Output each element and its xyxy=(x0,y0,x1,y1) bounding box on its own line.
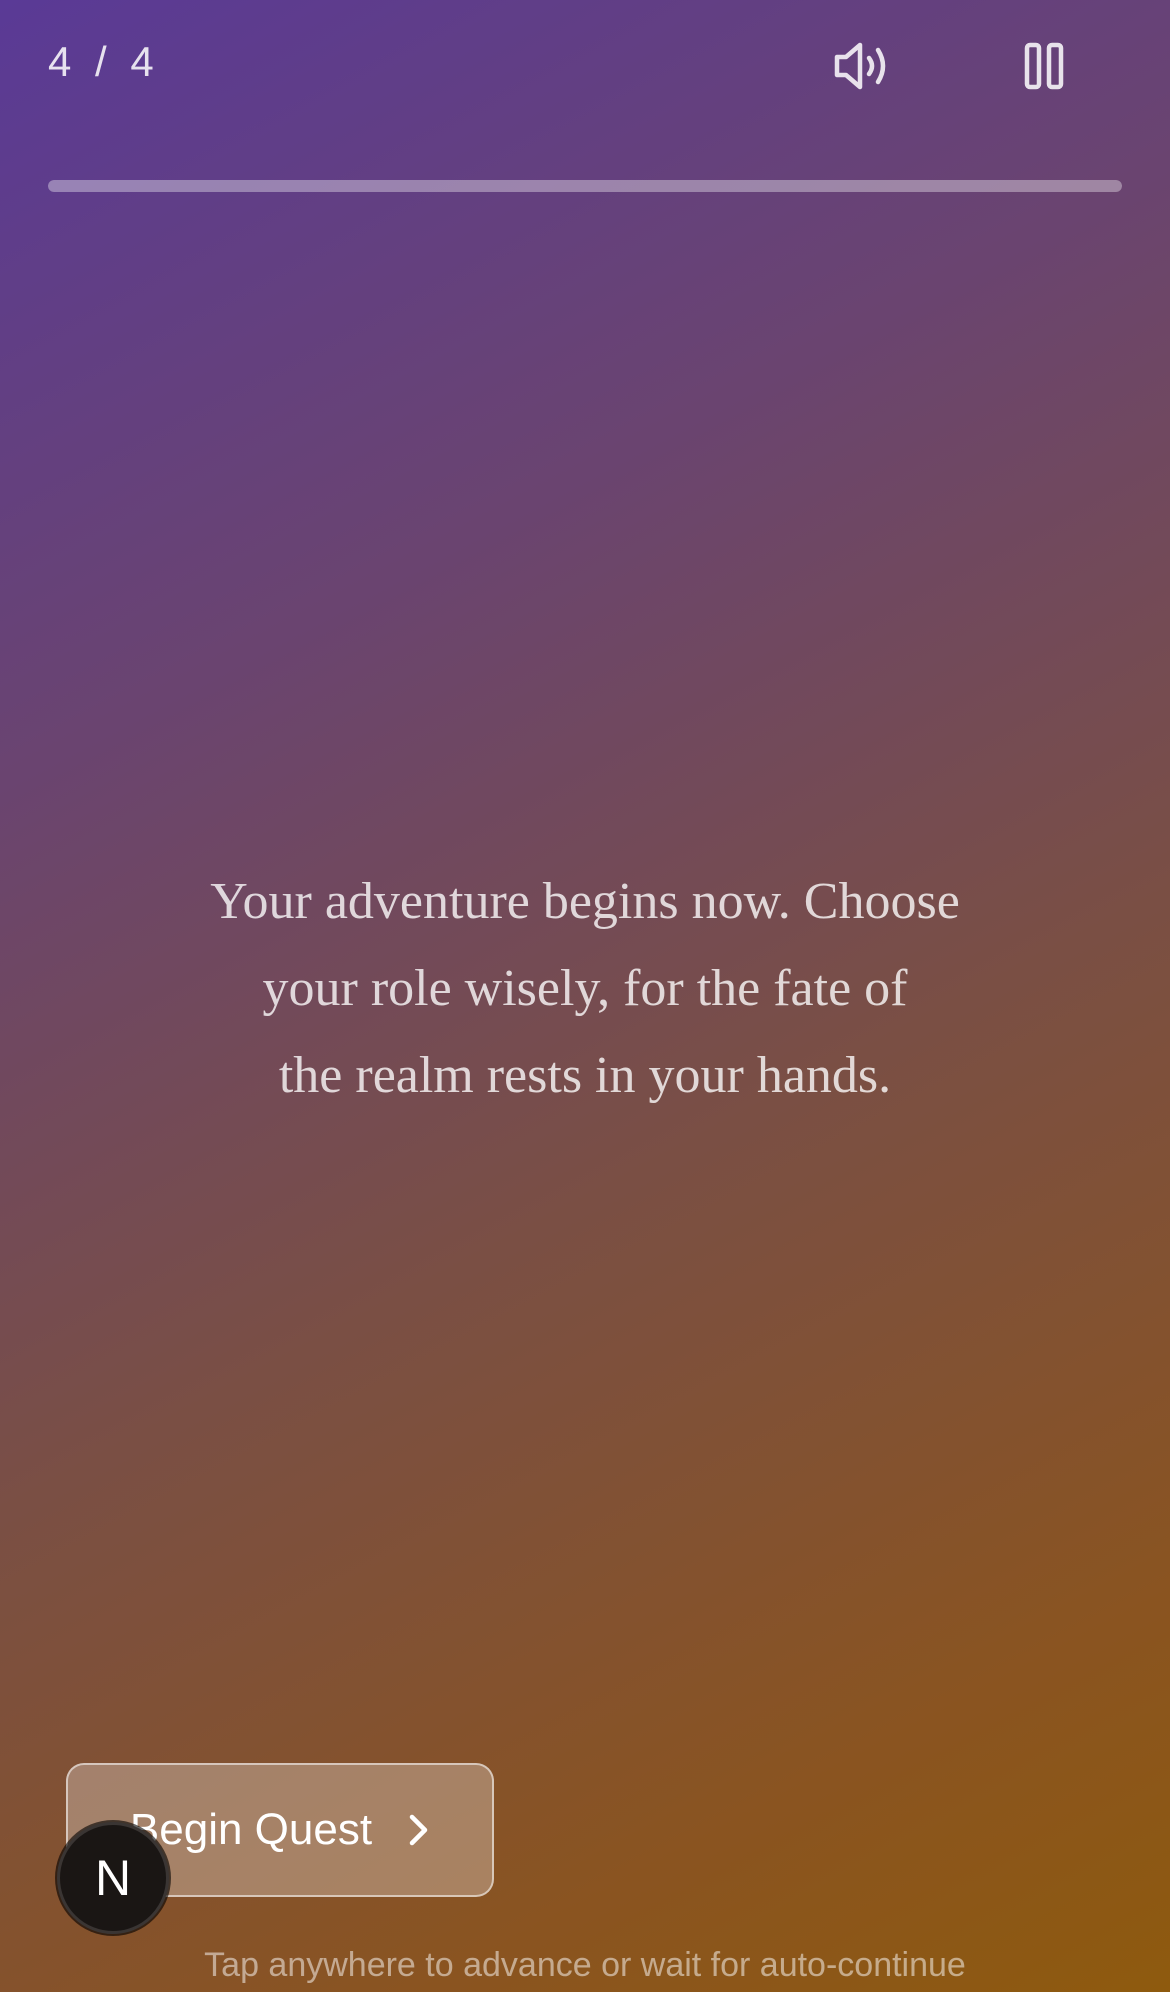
advance-hint: Tap anywhere to advance or wait for auto… xyxy=(204,1946,966,1984)
pause-icon xyxy=(1024,42,1064,90)
story-line: the realm rests in your hands. xyxy=(278,1047,892,1104)
story-line: Your adventure begins now. Choose xyxy=(210,873,960,930)
slide-counter: 4 / 4 xyxy=(48,38,160,86)
avatar-letter: N xyxy=(94,1850,132,1906)
pause-button[interactable] xyxy=(1008,30,1080,102)
progress-bar xyxy=(48,180,1122,192)
story-line: your role wisely, for the fate of xyxy=(262,960,908,1017)
total-slides-number: 4 xyxy=(130,38,160,85)
chevron-right-icon xyxy=(408,1813,430,1847)
sound-toggle-button[interactable] xyxy=(827,30,899,102)
story-text: Your adventure begins now. Choose your r… xyxy=(135,858,1035,1119)
avatar[interactable]: N xyxy=(57,1822,169,1934)
begin-quest-label: Begin Quest xyxy=(129,1805,373,1854)
speaker-sound-icon xyxy=(834,42,886,90)
progress-bar-fill xyxy=(48,180,1122,192)
counter-separator: / xyxy=(95,38,113,85)
current-slide-number: 4 xyxy=(48,38,78,85)
